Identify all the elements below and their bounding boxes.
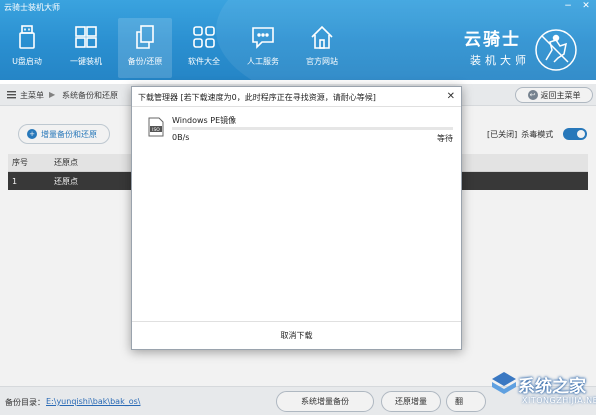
home-icon	[311, 25, 333, 49]
dialog-title: 下载管理器 [若下载速度为0，此时程序正在寻找资源，请耐心等候]	[138, 93, 376, 102]
nav-usb-boot-label: U盘启动	[12, 57, 42, 66]
app-title: 云骑士装机大师	[4, 3, 60, 12]
download-manager-dialog: 下载管理器 [若下载速度为0，此时程序正在寻找资源，请耐心等候] ✕ ISO W…	[131, 86, 462, 350]
watermark-url: XITONGZHIJIA.NET	[522, 396, 596, 405]
download-status: 等待	[437, 134, 453, 143]
iso-label: ISO	[152, 127, 160, 133]
dialog-footer: 取消下载	[132, 321, 461, 349]
dialog-close-button[interactable]: ✕	[447, 91, 455, 103]
close-button[interactable]: ✕	[580, 0, 592, 12]
download-item-name: Windows PE镜像	[172, 116, 237, 125]
cancel-download-button[interactable]: 取消下载	[267, 326, 327, 345]
download-progress-bar	[172, 127, 453, 130]
brand-subtitle: 装机大师	[470, 54, 530, 67]
nav-website[interactable]: 官方网站	[295, 18, 349, 78]
nav-website-label: 官方网站	[306, 57, 338, 66]
brand: 云骑士 装机大师	[464, 30, 530, 68]
download-speed: 0B/s	[172, 133, 190, 142]
nav-backup-restore-label: 备份/还原	[127, 57, 163, 66]
windows-icon	[75, 26, 97, 48]
knight-logo-icon	[535, 29, 577, 71]
nav-software-label: 软件大全	[188, 57, 220, 66]
nav-backup-restore[interactable]: 备份/还原	[118, 18, 172, 78]
main-nav: U盘启动 一键装机 备份/还原 软件大全 人工服务 官方网站	[0, 18, 354, 78]
app-header: 云骑士装机大师 − ✕ U盘启动 一键装机 备份/还原 软件大全 人工服务 官方…	[0, 0, 596, 80]
usb-icon	[19, 25, 35, 49]
site-watermark: 系统之家 XITONGZHIJIA.NET	[488, 366, 596, 415]
watermark-logo-icon	[492, 372, 516, 394]
minimize-button[interactable]: −	[562, 0, 574, 12]
brand-name: 云骑士	[464, 30, 521, 50]
nav-support-label: 人工服务	[247, 57, 279, 66]
iso-file-icon: ISO	[148, 117, 164, 137]
watermark-text: 系统之家	[518, 377, 586, 397]
nav-support[interactable]: 人工服务	[236, 18, 290, 78]
nav-one-click-install-label: 一键装机	[70, 57, 102, 66]
copy-icon	[136, 25, 154, 49]
chat-icon	[252, 27, 274, 49]
nav-software[interactable]: 软件大全	[177, 18, 231, 78]
window-controls: − ✕	[562, 0, 592, 12]
apps-grid-icon	[193, 26, 215, 48]
dialog-header: 下载管理器 [若下载速度为0，此时程序正在寻找资源，请耐心等候] ✕	[132, 87, 461, 107]
nav-one-click-install[interactable]: 一键装机	[59, 18, 113, 78]
nav-usb-boot[interactable]: U盘启动	[0, 18, 54, 78]
download-item: ISO Windows PE镜像 0B/s 等待	[148, 115, 453, 147]
